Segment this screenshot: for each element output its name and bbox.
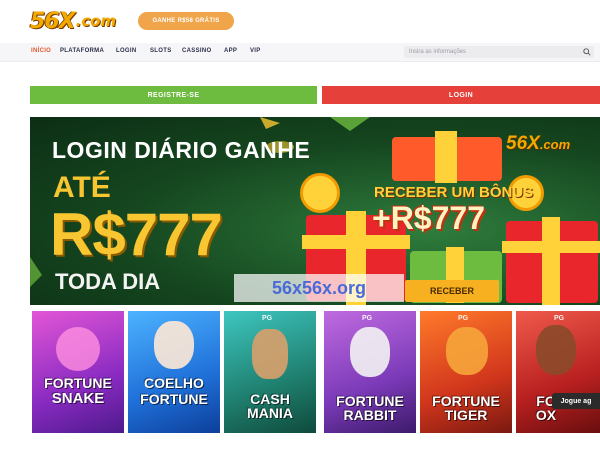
search-input[interactable]: Insira as informações [404,46,594,58]
game-art [350,327,390,377]
game-title-line2: RABBIT [343,407,397,423]
nav-item-cassino[interactable]: CASSINO [182,48,211,54]
banner-toda-dia: TODA DIA [55,269,161,294]
game-art [56,327,100,371]
banner-logo-text: 56X [506,133,540,154]
promo-button[interactable]: GANHE R$58 GRÁTIS [138,12,234,30]
receive-button[interactable]: RECEBER [405,280,499,302]
game-grid: FORTUNE SNAKE COELHO FORTUNE PG CASH MAN… [32,311,600,433]
search-icon[interactable] [583,48,591,56]
provider-badge: PG [554,315,565,322]
logo-suffix: .com [75,12,117,30]
main-nav: INÍCIO PLATAFORMA LOGIN SLOTS CASSINO AP… [0,43,600,62]
nav-item-app[interactable]: APP [224,48,237,54]
banner-receive-title: RECEBER UM BÔNUS [374,184,534,201]
site-logo[interactable]: 56X .com [30,8,116,34]
game-tile-cash-mania[interactable]: PG CASH MANIA [224,311,316,433]
game-art [536,325,576,375]
provider-badge: PG [262,315,273,322]
register-button[interactable]: REGISTRE-SE [30,86,317,104]
game-title-line2: OX [535,407,557,423]
game-title-line1: FORTUNE [44,375,112,391]
play-now-button[interactable]: Jogue ag [552,393,600,409]
banner-logo: 56X.com [506,133,570,155]
site-header: 56X .com GANHE R$58 GRÁTIS [0,0,600,42]
game-title-line2: TIGER [444,407,488,423]
game-title-line2: SNAKE [51,390,105,407]
game-title-line2: MANIA [247,405,293,421]
banner-headline: LOGIN DIÁRIO GANHE [52,137,311,163]
game-title-line2: FORTUNE [140,391,208,407]
game-art [252,329,288,379]
provider-badge: PG [458,315,469,322]
login-button[interactable]: LOGIN [322,86,600,104]
game-tile-fortune-rabbit[interactable]: PG FORTUNE RABBIT [324,311,416,433]
game-art [154,321,194,369]
game-tile-fortune-snake[interactable]: FORTUNE SNAKE [32,311,124,433]
nav-item-slots[interactable]: SLOTS [150,48,172,54]
provider-badge: PG [362,315,373,322]
nav-item-inicio[interactable]: INÍCIO [31,48,51,54]
banner-amount: R$777 [50,201,223,268]
game-title-line1: COELHO [144,375,204,391]
game-tile-fortune-ox[interactable]: PG FO OX Jogue ag [516,311,600,433]
watermark: 56x56x.org [234,274,404,302]
game-tile-fortune-tiger[interactable]: PG FORTUNE TIGER [420,311,512,433]
nav-item-vip[interactable]: VIP [250,48,261,54]
search-placeholder: Insira as informações [409,49,467,55]
game-art [446,327,488,375]
logo-text: 56X [30,8,76,34]
banner-bonus-amount: +R$777 [372,200,485,236]
nav-item-plataforma[interactable]: PLATAFORMA [60,48,104,54]
game-tile-coelho-fortune[interactable]: COELHO FORTUNE [128,311,220,433]
banner-logo-suffix: .com [539,137,571,152]
nav-item-login[interactable]: LOGIN [116,48,137,54]
